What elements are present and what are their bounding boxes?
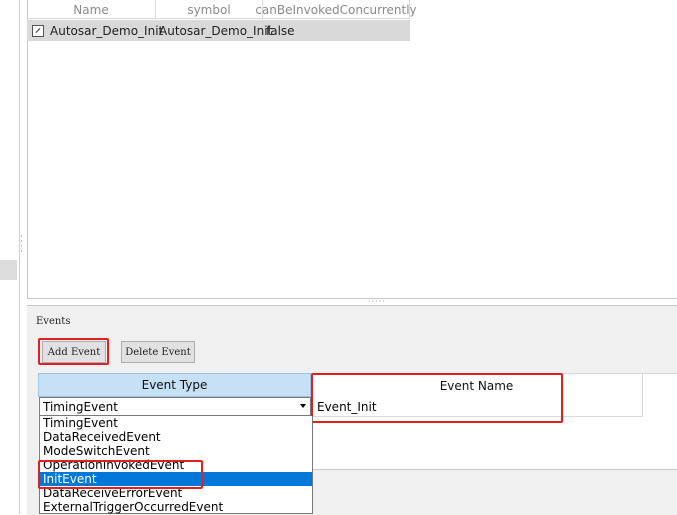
column-header-filler [643,373,677,397]
horizontal-splitter-handle[interactable]: ····· [368,298,388,306]
open-link-icon[interactable] [32,24,44,37]
runnables-panel [27,0,677,299]
events-label: Events [36,316,71,327]
dropdown-option[interactable]: DataReceivedEvent [40,430,312,444]
column-header-name[interactable]: Name [27,0,156,19]
event-type-combobox[interactable]: TimingEvent [39,397,311,416]
row-symbol: Autosar_Demo_Init [159,23,273,38]
column-header-concurrent[interactable]: canBeInvokedConcurrently [255,0,417,19]
dropdown-option[interactable]: OperationInvokedEvent [40,458,312,472]
vertical-splitter-handle[interactable]: · · · · [20,233,24,257]
dropdown-option-selected[interactable]: InitEvent [40,472,312,486]
column-header-symbol[interactable]: symbol [156,0,263,19]
row-concurrent: false [266,23,295,38]
column-header-event-type[interactable]: Event Type [38,373,311,397]
add-event-button[interactable]: Add Event [42,341,106,363]
runnables-table-header: Name symbol canBeInvokedConcurrently [27,0,417,20]
delete-event-button[interactable]: Delete Event [121,341,195,363]
dropdown-option[interactable]: ModeSwitchEvent [40,444,312,458]
row-name: Autosar_Demo_Init [50,23,164,38]
dropdown-option[interactable]: TimingEvent [40,416,312,430]
left-gutter [0,0,20,514]
table-row[interactable]: Autosar_Demo_Init Autosar_Demo_Init fals… [27,20,410,41]
dropdown-option[interactable]: ExternalTriggerOccurredEvent [40,500,312,514]
dropdown-option[interactable]: DataReceiveErrorEvent [40,486,312,500]
event-name-cell[interactable]: Event_Init [311,397,643,417]
event-type-dropdown[interactable]: TimingEvent DataReceivedEvent ModeSwitch… [39,416,313,514]
grid-divider [311,469,677,470]
column-header-event-name[interactable]: Event Name [311,373,643,397]
left-gutter-strip [0,260,17,280]
dropdown-arrow-icon[interactable] [300,404,306,408]
